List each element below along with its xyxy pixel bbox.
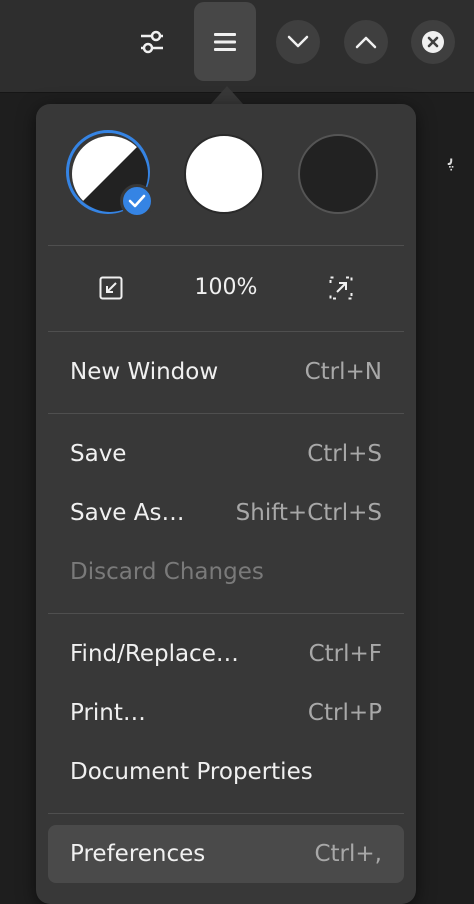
zoom-controls: 100% [36, 246, 416, 330]
menu-item-new-window[interactable]: New Window Ctrl+N [48, 343, 404, 401]
menu-item-shortcut: Ctrl+N [304, 359, 382, 385]
separator [48, 331, 404, 332]
separator [48, 413, 404, 414]
zoom-out-button[interactable] [90, 272, 132, 304]
view-settings-button[interactable] [124, 16, 180, 68]
menu-item-find-replace[interactable]: Find/Replace… Ctrl+F [48, 625, 404, 683]
style-dark-option[interactable] [298, 134, 378, 214]
menu-item-label: Save As… [70, 500, 185, 526]
main-menu-popover: 100% New Window Ctrl+N Save Ctrl+S Save … [36, 104, 416, 904]
search-next-button[interactable] [276, 20, 320, 64]
menu-item-shortcut: Shift+Ctrl+S [235, 500, 382, 526]
zoom-level-button[interactable]: 100% [176, 272, 276, 304]
menu-item-shortcut: Ctrl+S [307, 441, 382, 467]
menu-item-shortcut: Ctrl+F [308, 641, 382, 667]
menu-item-document-properties[interactable]: Document Properties [48, 743, 404, 801]
checkmark-icon [120, 184, 154, 218]
menu-item-print[interactable]: Print… Ctrl+P [48, 684, 404, 742]
close-button[interactable] [411, 20, 455, 64]
popover-arrow [211, 86, 243, 104]
document-text-fragment: ﭘ [448, 146, 455, 171]
menu-item-save-as[interactable]: Save As… Shift+Ctrl+S [48, 484, 404, 542]
sliders-icon [141, 30, 163, 54]
style-light-option[interactable] [184, 134, 264, 214]
menu-item-shortcut: Ctrl+P [307, 700, 382, 726]
menu-item-discard-changes: Discard Changes [48, 543, 404, 601]
close-icon [422, 31, 444, 53]
menu-item-label: Print… [70, 700, 146, 726]
style-switcher [36, 104, 416, 246]
menu-item-label: Discard Changes [70, 559, 264, 585]
header-bar [0, 0, 474, 93]
separator [48, 813, 404, 814]
menu-item-label: Find/Replace… [70, 641, 239, 667]
chevron-up-icon [355, 36, 377, 49]
search-previous-button[interactable] [344, 20, 388, 64]
zoom-in-button[interactable] [320, 272, 362, 304]
hamburger-menu-icon [214, 32, 236, 51]
separator [48, 613, 404, 614]
zoom-in-icon [329, 276, 353, 300]
menu-item-label: Preferences [70, 841, 206, 867]
menu-item-save[interactable]: Save Ctrl+S [48, 425, 404, 483]
menu-item-label: Document Properties [70, 759, 313, 785]
menu-item-shortcut: Ctrl+, [314, 841, 382, 867]
menu-item-preferences[interactable]: Preferences Ctrl+, [48, 825, 404, 883]
chevron-down-icon [287, 35, 309, 48]
main-menu-button[interactable] [194, 2, 256, 81]
menu-item-label: Save [70, 441, 127, 467]
style-follow-system-option[interactable] [66, 130, 154, 218]
menu-item-label: New Window [70, 359, 219, 385]
zoom-out-icon [99, 276, 123, 300]
